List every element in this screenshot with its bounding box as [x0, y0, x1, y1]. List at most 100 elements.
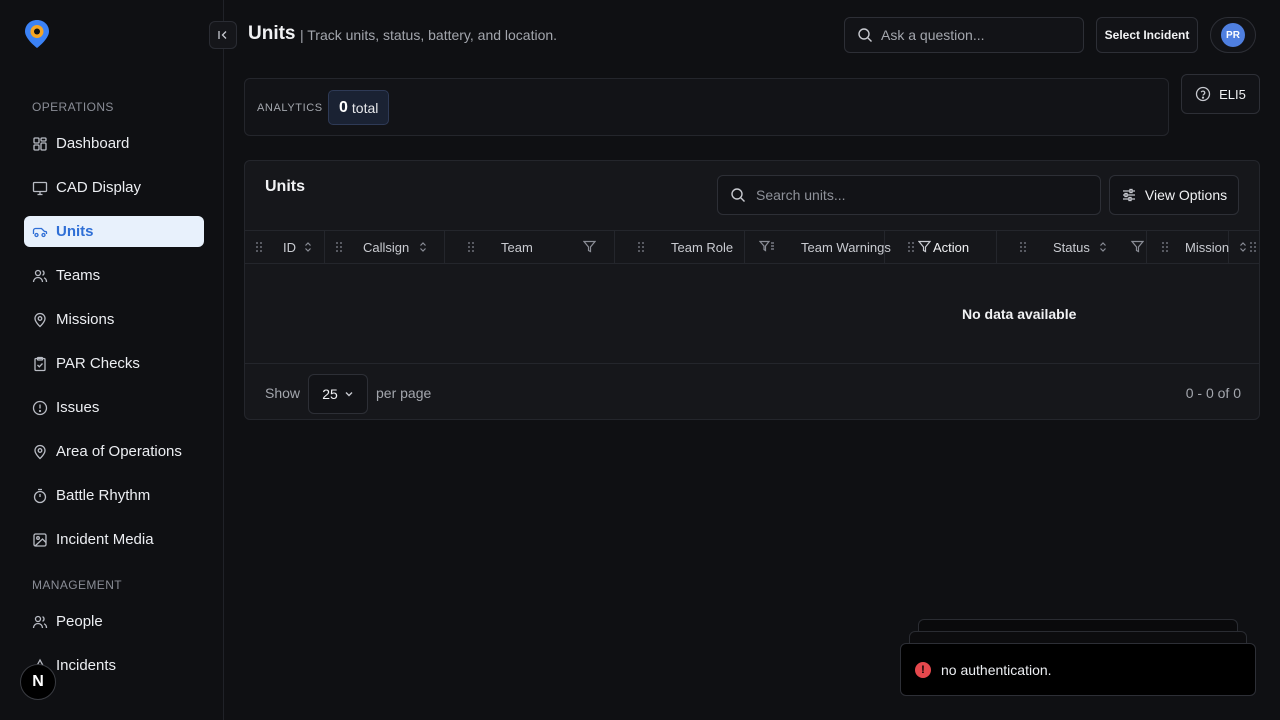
users-icon [32, 268, 48, 284]
sidebar-item-label: Incident Media [56, 531, 154, 548]
error-toast[interactable]: ! no authentication. [900, 643, 1256, 696]
sidebar-item-label: People [56, 613, 103, 630]
pagination-range: 0 - 0 of 0 [1185, 385, 1241, 401]
column-header-callsign[interactable]: Callsign [325, 231, 445, 263]
column-label: Team Warnings [801, 240, 891, 255]
users-icon [32, 614, 48, 630]
filter-list-icon[interactable] [759, 240, 775, 253]
column-label: Team Role [671, 240, 734, 255]
sidebar-item-incident-media[interactable]: Incident Media [24, 524, 204, 555]
ask-question-box[interactable] [844, 17, 1084, 53]
map-pin-icon [32, 312, 48, 328]
eli5-button[interactable]: ELI5 [1181, 74, 1260, 114]
sort-icon[interactable] [419, 242, 427, 252]
sidebar-item-battle-rhythm[interactable]: Battle Rhythm [24, 480, 204, 511]
search-units-input[interactable] [756, 187, 1086, 203]
truck-icon [32, 224, 48, 240]
total-count-chip[interactable]: 0 total [328, 90, 390, 125]
map-pin-icon [32, 444, 48, 460]
ask-question-input[interactable] [881, 27, 1071, 43]
monitor-icon [32, 180, 48, 196]
column-header-action[interactable]: Action [885, 231, 997, 263]
column-header-status[interactable]: Status [997, 231, 1147, 263]
framework-badge[interactable]: N [20, 664, 56, 700]
chevron-down-icon [344, 389, 354, 399]
sidebar-item-area-of-operations[interactable]: Area of Operations [24, 436, 204, 467]
toast-message: no authentication. [941, 661, 1052, 678]
column-header-team[interactable]: Team [445, 231, 615, 263]
sidebar-item-dashboard[interactable]: Dashboard [24, 128, 204, 159]
sliders-icon [1121, 187, 1137, 203]
sidebar-item-missions[interactable]: Missions [24, 304, 204, 335]
app-logo[interactable] [22, 18, 52, 50]
search-units-box[interactable] [717, 175, 1101, 215]
filter-icon[interactable] [918, 240, 931, 253]
column-header-id[interactable]: ID [245, 231, 325, 263]
column-label: ID [283, 240, 296, 255]
sidebar-item-label: Missions [56, 311, 115, 328]
per-page-value: 25 [322, 386, 338, 402]
drag-handle-icon[interactable] [255, 241, 263, 253]
search-icon [857, 27, 873, 43]
sidebar-item-label: Issues [56, 399, 100, 416]
sidebar-item-teams[interactable]: Teams [24, 260, 204, 291]
sidebar-item-label: Incidents [56, 657, 117, 674]
column-label: Action [933, 240, 970, 255]
pagination-footer: Show 25 per page 0 - 0 of 0 [245, 364, 1259, 419]
analytics-label: ANALYTICS [257, 102, 323, 114]
sidebar-item-label: Teams [56, 267, 101, 284]
filter-icon[interactable] [1131, 240, 1144, 253]
column-label: Status [1053, 240, 1090, 255]
drag-handle-icon[interactable] [637, 241, 645, 253]
column-header-mission[interactable]: Mission [1147, 231, 1246, 263]
search-icon [730, 187, 746, 203]
sidebar-item-label: Dashboard [56, 135, 130, 152]
drag-handle-icon[interactable] [907, 241, 915, 253]
units-panel: Units View Options ID Callsign Team [244, 160, 1260, 420]
empty-state-message: No data available [962, 306, 1077, 322]
management-section-label: MANAGEMENT [32, 578, 123, 592]
empty-state-row: No data available [245, 264, 1259, 364]
alert-circle-icon [32, 400, 48, 416]
collapse-sidebar-button[interactable] [209, 21, 237, 49]
column-label: Mission [1185, 240, 1230, 255]
total-label: total [351, 99, 379, 116]
filter-icon[interactable] [583, 240, 596, 253]
error-icon: ! [915, 661, 931, 678]
sidebar-item-people[interactable]: People [24, 606, 204, 637]
sidebar: OPERATIONS Dashboard CAD Display Units T… [0, 0, 224, 720]
clipboard-check-icon [32, 356, 48, 372]
sidebar-item-label: Units [56, 223, 94, 240]
drag-handle-icon[interactable] [1249, 241, 1257, 253]
sort-icon[interactable] [304, 242, 312, 252]
help-circle-icon [1195, 86, 1211, 102]
per-page-label: per page [376, 385, 432, 401]
sidebar-item-label: PAR Checks [56, 355, 140, 372]
sort-icon[interactable] [1099, 242, 1107, 252]
column-header-team-role[interactable]: Team Role [615, 231, 745, 263]
user-menu-button[interactable]: PR [1210, 17, 1256, 53]
drag-handle-icon[interactable] [335, 241, 343, 253]
page-subtitle: | Track units, status, battery, and loca… [300, 27, 558, 43]
operations-section-label: OPERATIONS [32, 100, 114, 114]
sidebar-item-par-checks[interactable]: PAR Checks [24, 348, 204, 379]
column-label: Callsign [363, 240, 410, 255]
total-count: 0 [339, 98, 348, 116]
sidebar-item-label: Battle Rhythm [56, 487, 151, 504]
view-options-label: View Options [1144, 187, 1228, 203]
sidebar-item-label: Area of Operations [56, 443, 182, 460]
sidebar-item-units[interactable]: Units [24, 216, 204, 247]
column-header-team-warnings[interactable]: Team Warnings [745, 231, 891, 263]
grid-icon [32, 136, 48, 152]
sidebar-item-cad-display[interactable]: CAD Display [24, 172, 204, 203]
view-options-button[interactable]: View Options [1109, 175, 1239, 215]
drag-handle-icon[interactable] [1019, 241, 1027, 253]
show-label: Show [265, 385, 301, 401]
sidebar-item-issues[interactable]: Issues [24, 392, 204, 423]
select-incident-button[interactable]: Select Incident [1096, 17, 1198, 53]
drag-handle-icon[interactable] [1161, 241, 1169, 253]
sort-icon[interactable] [1239, 242, 1247, 252]
drag-handle-icon[interactable] [467, 241, 475, 253]
per-page-select[interactable]: 25 [308, 374, 368, 414]
page-title: Units [248, 23, 296, 44]
